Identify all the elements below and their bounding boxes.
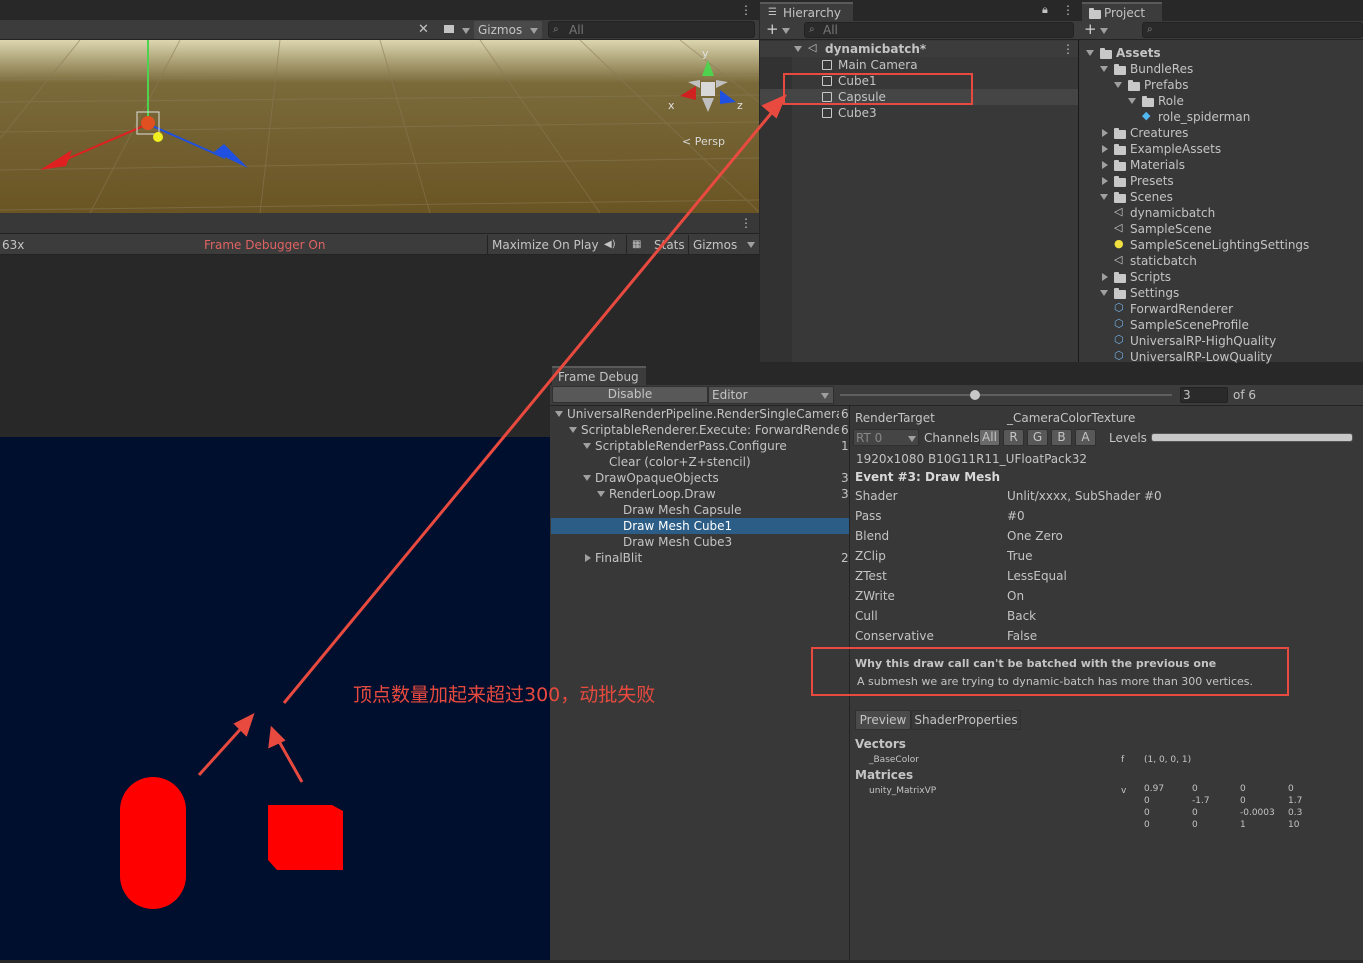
annotation-arrows	[197, 94, 787, 783]
annotation-note: 顶点数量加起来超过300，动批失败	[353, 684, 656, 706]
